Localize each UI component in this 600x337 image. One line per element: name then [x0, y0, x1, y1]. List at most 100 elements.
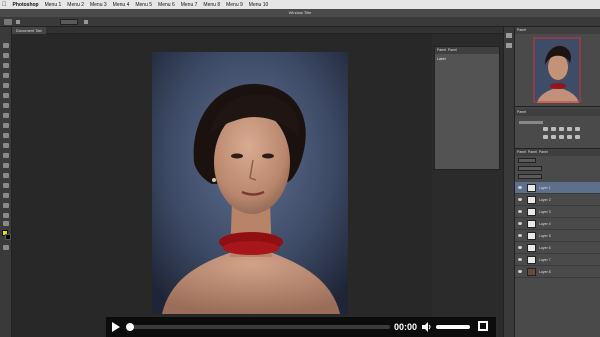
eyedropper-tool-icon[interactable] — [3, 93, 9, 98]
vibrance-icon[interactable] — [575, 127, 580, 131]
visibility-eye-icon[interactable] — [518, 234, 522, 237]
layer-row[interactable]: Layer 8 — [515, 266, 600, 278]
panel-tab[interactable]: Panel — [437, 48, 446, 52]
levels-icon[interactable] — [551, 127, 556, 131]
zoom-tool-icon[interactable] — [3, 221, 9, 226]
panel-tab[interactable]: Panel — [528, 150, 537, 154]
options-bar — [0, 17, 600, 27]
menu-item[interactable]: Menu 3 — [90, 2, 107, 8]
visibility-eye-icon[interactable] — [518, 246, 522, 249]
navigator-thumbnail[interactable] — [533, 37, 581, 103]
right-dock: Panel Panel Panel Panel Panel Layer 1 La… — [514, 27, 600, 337]
panel-tab[interactable]: Panel — [539, 150, 548, 154]
menu-item[interactable]: Menu 5 — [135, 2, 152, 8]
apple-icon[interactable]:  — [2, 2, 7, 8]
menu-item[interactable]: Menu 2 — [67, 2, 84, 8]
layer-row[interactable]: Layer 7 — [515, 254, 600, 266]
lock-controls[interactable] — [518, 174, 542, 179]
layer-name: Layer 8 — [539, 270, 551, 274]
history-brush-tool-icon[interactable] — [3, 133, 9, 138]
panel-tab[interactable]: Panel — [448, 48, 457, 52]
layer-row[interactable]: Layer 2 — [515, 194, 600, 206]
quick-select-tool-icon[interactable] — [3, 73, 9, 78]
photo-filter-icon[interactable] — [567, 135, 572, 139]
color-balance-icon[interactable] — [551, 135, 556, 139]
layer-row[interactable]: Layer 3 — [515, 206, 600, 218]
exposure-icon[interactable] — [567, 127, 572, 131]
channel-mixer-icon[interactable] — [575, 135, 580, 139]
curves-icon[interactable] — [559, 127, 564, 131]
menu-item[interactable]: Menu 7 — [181, 2, 198, 8]
blend-mode-dropdown[interactable] — [518, 166, 542, 171]
layer-row[interactable]: Layer 1 — [515, 182, 600, 194]
tools-panel — [0, 27, 12, 337]
visibility-eye-icon[interactable] — [518, 258, 522, 261]
clone-stamp-tool-icon[interactable] — [3, 123, 9, 128]
blur-tool-icon[interactable] — [3, 163, 9, 168]
window-title: Window Title — [0, 9, 600, 17]
menu-item[interactable]: Menu 4 — [113, 2, 130, 8]
panel-icon[interactable] — [506, 33, 512, 38]
layers-panel: Panel Panel Panel Layer 1 Layer 2 Layer … — [515, 149, 600, 337]
brightness-contrast-icon[interactable] — [543, 127, 548, 131]
pen-tool-icon[interactable] — [3, 183, 9, 188]
layer-name: Layer 6 — [539, 246, 551, 250]
menu-item[interactable]: Menu 6 — [158, 2, 175, 8]
progress-bar[interactable] — [126, 323, 390, 331]
black-white-icon[interactable] — [559, 135, 564, 139]
tool-preset-icon[interactable] — [4, 19, 12, 25]
panel-tab[interactable]: Panel — [517, 150, 526, 154]
gradient-tool-icon[interactable] — [3, 153, 9, 158]
move-tool-icon[interactable] — [3, 43, 9, 48]
visibility-eye-icon[interactable] — [518, 222, 522, 225]
panel-tab[interactable]: Panel — [517, 110, 526, 114]
dodge-tool-icon[interactable] — [3, 173, 9, 178]
layer-thumbnail — [527, 232, 536, 240]
panel-tab[interactable]: Panel — [517, 28, 526, 32]
crop-tool-icon[interactable] — [3, 83, 9, 88]
navigator-panel-header: Panel — [515, 27, 600, 34]
app-menu[interactable]: Photoshop — [13, 2, 39, 8]
checkbox-icon[interactable] — [16, 20, 20, 24]
volume-icon[interactable] — [422, 322, 431, 332]
document-image[interactable] — [152, 52, 348, 314]
path-select-tool-icon[interactable] — [3, 203, 9, 208]
layer-row[interactable]: Layer 4 — [515, 218, 600, 230]
layer-filter-dropdown[interactable] — [518, 158, 536, 163]
menu-item[interactable]: Menu 10 — [249, 2, 268, 8]
play-icon[interactable] — [112, 322, 120, 332]
menu-item[interactable]: Menu 8 — [203, 2, 220, 8]
hand-tool-icon[interactable] — [3, 213, 9, 218]
quick-mask-icon[interactable] — [3, 245, 9, 250]
eraser-tool-icon[interactable] — [3, 143, 9, 148]
visibility-eye-icon[interactable] — [518, 198, 522, 201]
menu-item[interactable]: Menu 9 — [226, 2, 243, 8]
layer-name: Layer 4 — [539, 222, 551, 226]
option-dropdown[interactable] — [60, 19, 78, 25]
layer-thumbnail — [527, 268, 536, 276]
layer-row[interactable]: Layer 5 — [515, 230, 600, 242]
background-color-swatch[interactable] — [5, 234, 11, 240]
lasso-tool-icon[interactable] — [3, 63, 9, 68]
document-tab-bar: Document Tab — [12, 27, 514, 34]
layer-row[interactable]: Layer 6 — [515, 242, 600, 254]
layers-panel-header: Panel Panel Panel — [515, 149, 600, 156]
properties-label: Label — [437, 57, 446, 61]
type-tool-icon[interactable] — [3, 193, 9, 198]
brush-tool-icon[interactable] — [3, 113, 9, 118]
document-tab[interactable]: Document Tab — [12, 27, 46, 34]
hue-saturation-icon[interactable] — [543, 135, 548, 139]
layer-thumbnail — [527, 244, 536, 252]
healing-tool-icon[interactable] — [3, 103, 9, 108]
panel-icon[interactable] — [506, 43, 512, 48]
fullscreen-icon[interactable] — [478, 321, 488, 331]
visibility-eye-icon[interactable] — [518, 270, 522, 273]
visibility-eye-icon[interactable] — [518, 186, 522, 189]
visibility-eye-icon[interactable] — [518, 210, 522, 213]
layer-thumbnail — [527, 196, 536, 204]
checkbox-icon[interactable] — [84, 20, 88, 24]
menu-item[interactable]: Menu 1 — [45, 2, 62, 8]
marquee-tool-icon[interactable] — [3, 53, 9, 58]
progress-knob[interactable] — [126, 323, 134, 331]
volume-slider[interactable] — [436, 325, 470, 329]
